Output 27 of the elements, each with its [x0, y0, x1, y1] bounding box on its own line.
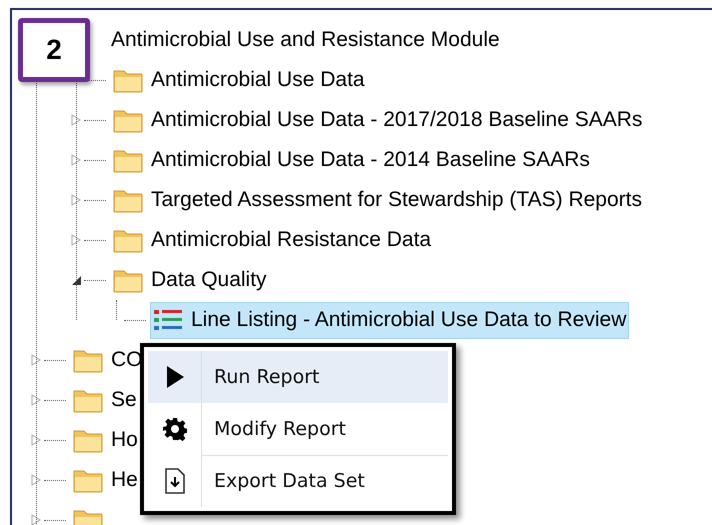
expand-triangle-icon[interactable] — [30, 354, 42, 366]
tree-item[interactable]: Antimicrobial Resistance Data — [110, 222, 434, 258]
menu-item[interactable]: Run Report — [202, 351, 448, 403]
expand-triangle-icon[interactable] — [30, 394, 42, 406]
collapse-triangle-icon[interactable] — [70, 274, 82, 286]
expand-triangle-icon[interactable] — [30, 474, 42, 486]
tree-item[interactable]: Antimicrobial Use Data - 2014 Baseline SAARs — [110, 142, 593, 178]
play-icon — [164, 365, 184, 389]
tree-item[interactable]: Antimicrobial Use Data — [110, 62, 368, 98]
tree-item[interactable]: Ho — [70, 422, 141, 458]
tree-item[interactable]: Antimicrobial Use Data - 2017/2018 Baseline SAARs — [110, 102, 646, 138]
expand-triangle-icon[interactable] — [70, 194, 82, 206]
expand-triangle-icon[interactable] — [70, 154, 82, 166]
tree-item[interactable]: Line Listing - Antimicrobial Use Data to Review — [150, 302, 630, 338]
tree-item[interactable]: Antimicrobial Use and Resistance Module — [108, 22, 503, 58]
step-badge: 2 — [18, 18, 90, 82]
download-file-icon — [164, 468, 186, 494]
tree-item[interactable]: Se — [70, 382, 140, 418]
list-icon — [153, 308, 183, 332]
tree-item[interactable]: Data Quality — [110, 262, 270, 298]
tree-item[interactable]: Targeted Assessment for Stewardship (TAS) Reports — [110, 182, 645, 218]
settings-icon — [162, 417, 186, 441]
expand-triangle-icon[interactable] — [70, 234, 82, 246]
expand-triangle-icon[interactable] — [70, 114, 82, 126]
tree-item[interactable]: He — [70, 462, 141, 498]
expand-triangle-icon[interactable] — [30, 434, 42, 446]
expand-triangle-icon[interactable] — [30, 514, 42, 525]
